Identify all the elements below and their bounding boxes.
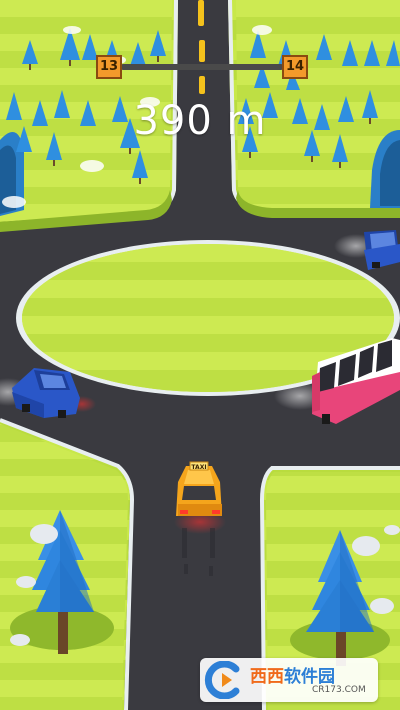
watermark-url: CR173.COM bbox=[312, 685, 366, 695]
watermark-name: 西西软件园 bbox=[250, 662, 335, 687]
level-progress-track bbox=[120, 64, 284, 70]
watermark-logo-icon bbox=[204, 661, 240, 699]
game-scene[interactable]: TAXI 13 14 390 m 西西软件园 CR173.COM bbox=[0, 0, 400, 710]
watermark-name-part1: 西西 bbox=[250, 667, 284, 687]
next-level-badge: 14 bbox=[282, 55, 308, 79]
taxi-roof-sign: TAXI bbox=[191, 464, 206, 471]
lane-markings bbox=[198, 0, 205, 94]
watermark-name-part2: 软件园 bbox=[284, 667, 335, 687]
level-progress-bar: 13 14 bbox=[96, 55, 308, 79]
site-watermark: 西西软件园 CR173.COM bbox=[200, 658, 378, 702]
distance-counter: 390 m bbox=[133, 98, 267, 144]
current-level-badge: 13 bbox=[96, 55, 122, 79]
